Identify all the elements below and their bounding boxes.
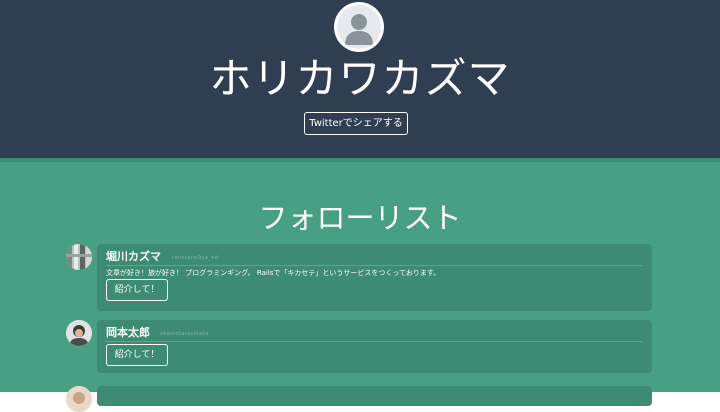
introduce-button[interactable]: 紹介して！ bbox=[106, 344, 168, 366]
user-avatar[interactable] bbox=[66, 320, 92, 346]
user-name[interactable]: 堀川カズマ bbox=[106, 249, 161, 265]
page-title: ホリカワカズマ bbox=[209, 54, 511, 103]
follow-card: 岡本太郎 okamotaroshiaka 紹介して！ bbox=[97, 320, 652, 373]
user-handle: tenntenn9ya_ed bbox=[172, 255, 219, 261]
introduce-button[interactable]: 紹介して！ bbox=[106, 279, 168, 301]
user-avatar[interactable] bbox=[66, 386, 92, 412]
follow-card bbox=[97, 386, 652, 406]
follow-list-section: フォローリスト 堀川カズマ tenntenn9ya_ed 文章が好き！旅が好き！… bbox=[0, 162, 720, 412]
card-divider bbox=[106, 341, 642, 342]
default-user-icon bbox=[337, 5, 381, 49]
follow-list-title: フォローリスト bbox=[258, 201, 462, 235]
user-description: 文章が好き！旅が好き！ プログラミンギング。 Railsで「キカセテ」というサー… bbox=[106, 269, 441, 277]
profile-header: ホリカワカズマ Twitterでシェアする bbox=[0, 0, 720, 158]
user-name[interactable]: 岡本太郎 bbox=[106, 325, 150, 341]
twitter-share-button[interactable]: Twitterでシェアする bbox=[304, 112, 408, 135]
follow-card: 堀川カズマ tenntenn9ya_ed 文章が好き！旅が好き！ プログラミンギ… bbox=[97, 244, 652, 311]
card-divider bbox=[106, 265, 642, 266]
user-avatar[interactable] bbox=[66, 244, 92, 270]
profile-avatar bbox=[334, 2, 384, 52]
user-handle: okamotaroshiaka bbox=[160, 331, 209, 337]
